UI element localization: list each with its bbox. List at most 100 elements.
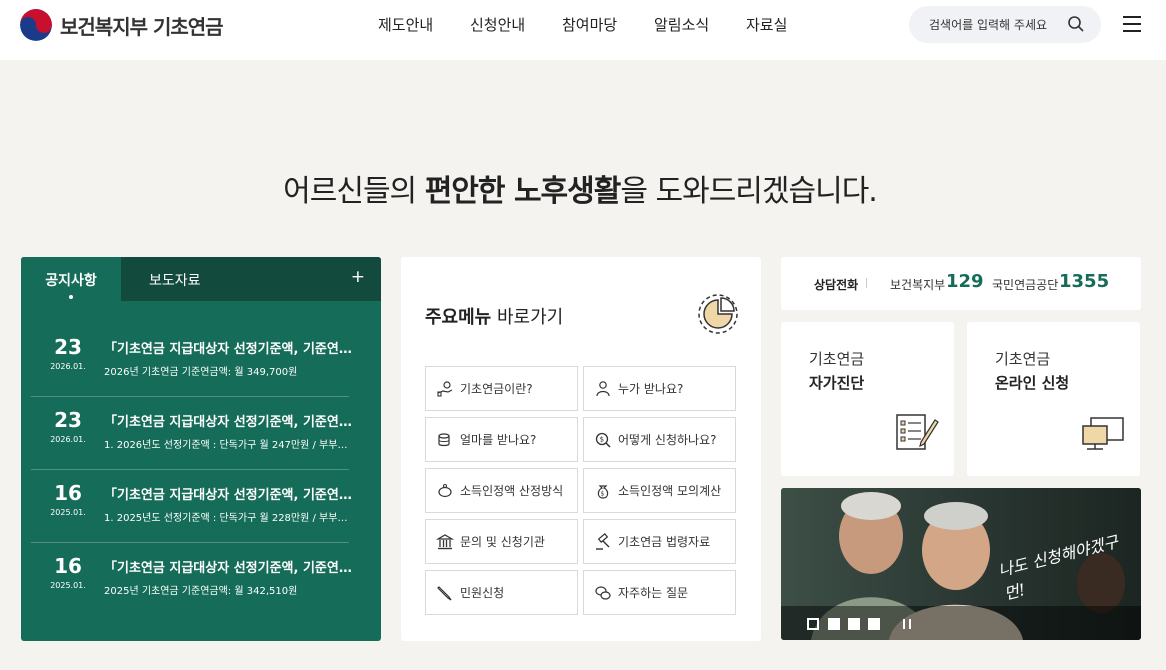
menu-button-how-to-apply[interactable]: $ 어떻게 신청하나요? bbox=[583, 417, 736, 462]
menu-button-label: 어떻게 신청하나요? bbox=[618, 433, 717, 447]
headline-post: 을 도와드리겠습니다. bbox=[620, 174, 877, 209]
notice-year-month: 2026.01. bbox=[50, 435, 86, 444]
menu-button-label: 문의 및 신청기관 bbox=[460, 535, 545, 549]
menu-button-income-simulation[interactable]: $ 소득인정액 모의계산 bbox=[583, 468, 736, 513]
notice-tabs: 공지사항 보도자료 + bbox=[21, 257, 381, 301]
site-header: 보건복지부 기초연금 제도안내 신청안내 참여마당 알림소식 자료실 검색어를 … bbox=[0, 0, 1166, 60]
divider bbox=[31, 396, 349, 397]
nav-item-system[interactable]: 제도안내 bbox=[378, 14, 470, 35]
menu-button-how-much[interactable]: 얼마를 받나요? bbox=[425, 417, 578, 462]
slide-indicator-1[interactable] bbox=[807, 618, 819, 630]
headline-bold: 편안한 노후생활 bbox=[424, 174, 622, 209]
more-plus-icon[interactable]: + bbox=[351, 267, 365, 287]
notice-title: 「기초연금 지급대상자 선정기준액, 기준연금액 고시」 안내 bbox=[104, 561, 354, 576]
main-menu-title-bold: 주요메뉴 bbox=[425, 307, 492, 328]
menu-button-faq[interactable]: 자주하는 질문 bbox=[583, 570, 736, 615]
main-menu-panel: 주요메뉴 바로가기 기초연금이란? 누가 받나요? 얼마를 받나요? $ 어떻게… bbox=[401, 257, 761, 641]
pause-icon[interactable] bbox=[903, 619, 911, 629]
card-line2: 자가진단 bbox=[809, 374, 865, 392]
monitor-icon bbox=[1082, 417, 1124, 450]
menu-button-income-calc-method[interactable]: 소득인정액 산정방식 bbox=[425, 468, 578, 513]
menu-button-who-receives[interactable]: 누가 받나요? bbox=[583, 366, 736, 411]
card-line1: 기초연금 bbox=[809, 350, 865, 368]
tab-press-releases[interactable]: 보도자료 bbox=[149, 270, 201, 290]
svg-text:$: $ bbox=[601, 490, 605, 497]
notice-year-month: 2026.01. bbox=[50, 362, 86, 371]
slider-controls bbox=[781, 606, 1141, 640]
site-logo[interactable]: 보건복지부 기초연금 bbox=[20, 9, 224, 41]
notice-summary: 2025년 기초연금 기준연금액: 월 342,510원 bbox=[104, 586, 298, 597]
nav-item-resources[interactable]: 자료실 bbox=[746, 14, 838, 35]
notice-title: 「기초연금 지급대상자 선정기준액, 기준연금액 고시」 안내 bbox=[104, 488, 354, 503]
gavel-icon bbox=[596, 532, 610, 550]
menu-button-label: 소득인정액 산정방식 bbox=[460, 484, 564, 498]
notice-summary: 2026년 기초연금 기준연금액: 월 349,700원 bbox=[104, 367, 298, 378]
main-menu-title: 주요메뉴 바로가기 bbox=[425, 303, 563, 329]
menu-button-label: 기초연금 법령자료 bbox=[618, 535, 711, 549]
menu-button-label: 누가 받나요? bbox=[618, 382, 684, 396]
taegeuk-logo-icon bbox=[20, 9, 52, 41]
notice-item[interactable]: 16 2025.01. 「기초연금 지급대상자 선정기준액, 기준연금액 고시」… bbox=[21, 544, 381, 616]
notice-summary: 1. 2025년도 선정기준액 : 단독가구 월 228만원 / 부부가구 월 … bbox=[104, 513, 354, 524]
slide-indicator-2[interactable] bbox=[828, 618, 840, 630]
chat-bubbles-icon bbox=[595, 585, 611, 600]
card-line2: 온라인 신청 bbox=[995, 374, 1070, 392]
search-placeholder: 검색어를 입력해 주세요 bbox=[929, 18, 1048, 32]
pen-icon bbox=[437, 585, 452, 600]
nav-item-news[interactable]: 알림소식 bbox=[654, 14, 746, 35]
notice-year-month: 2025.01. bbox=[50, 581, 86, 590]
slide-indicator-4[interactable] bbox=[868, 618, 880, 630]
menu-button-label: 얼마를 받나요? bbox=[460, 433, 537, 447]
self-diagnosis-card[interactable]: 기초연금 자가진단 bbox=[781, 322, 954, 476]
consult-org-ministry: 보건복지부 bbox=[890, 278, 946, 292]
notice-day: 16 bbox=[54, 554, 82, 578]
notice-title: 「기초연금 지급대상자 선정기준액, 기준연금액 고시」 안내 bbox=[104, 342, 354, 357]
money-bag-icon: $ bbox=[597, 484, 609, 499]
active-tab-dot bbox=[69, 295, 73, 299]
menu-button-label: 소득인정액 모의계산 bbox=[618, 484, 722, 498]
notice-panel: 공지사항 보도자료 + 23 2026.01. 「기초연금 지급대상자 선정기준… bbox=[21, 257, 381, 641]
card-line1: 기초연금 bbox=[995, 350, 1051, 368]
notice-day: 23 bbox=[54, 335, 82, 359]
notice-item[interactable]: 23 2026.01. 「기초연금 지급대상자 선정기준액, 기준연금액 고시」… bbox=[21, 325, 381, 397]
notice-item[interactable]: 16 2025.01. 「기초연금 지급대상자 선정기준액, 기준연금액 고시」… bbox=[21, 471, 381, 543]
menu-button-civil-petition[interactable]: 민원신청 bbox=[425, 570, 578, 615]
nav-item-participate[interactable]: 참여마당 bbox=[562, 14, 654, 35]
main-menu-title-rest: 바로가기 bbox=[491, 307, 564, 328]
notice-year-month: 2025.01. bbox=[50, 508, 86, 517]
bank-building-icon bbox=[436, 533, 454, 549]
menu-button-inquiry-office[interactable]: 문의 및 신청기관 bbox=[425, 519, 578, 564]
menu-button-legal-resources[interactable]: 기초연금 법령자료 bbox=[583, 519, 736, 564]
divider bbox=[31, 542, 349, 543]
consult-number-nps[interactable]: 1355 bbox=[1059, 271, 1109, 292]
divider bbox=[31, 469, 349, 470]
headline-pre: 어르신들의 bbox=[283, 174, 425, 209]
search-input[interactable]: 검색어를 입력해 주세요 bbox=[909, 6, 1101, 43]
search-icon[interactable] bbox=[1067, 15, 1085, 33]
menu-button-label: 기초연금이란? bbox=[460, 382, 533, 396]
menu-button-label: 민원신청 bbox=[460, 586, 505, 600]
menu-button-label: 자주하는 질문 bbox=[618, 586, 689, 600]
hamburger-menu-icon[interactable] bbox=[1123, 16, 1141, 32]
notice-day: 16 bbox=[54, 481, 82, 505]
online-application-card[interactable]: 기초연금 온라인 신청 bbox=[967, 322, 1140, 476]
nav-item-apply[interactable]: 신청안내 bbox=[470, 14, 562, 35]
consult-label: 상담전화 bbox=[814, 278, 859, 292]
menu-button-what-is-pension[interactable]: 기초연금이란? bbox=[425, 366, 578, 411]
consult-phone-bar: 상담전화 보건복지부 129 국민연금공단 1355 bbox=[781, 257, 1141, 310]
notice-item[interactable]: 23 2026.01. 「기초연금 지급대상자 선정기준액, 기준연금액 고시」… bbox=[21, 398, 381, 470]
consult-number-ministry[interactable]: 129 bbox=[946, 271, 984, 292]
svg-text:$: $ bbox=[600, 435, 604, 443]
magnifier-coin-icon: $ bbox=[595, 432, 611, 448]
slide-indicator-3[interactable] bbox=[848, 618, 860, 630]
logo-text: 보건복지부 기초연금 bbox=[60, 14, 224, 39]
person-icon bbox=[596, 380, 610, 396]
promo-banner[interactable]: 나도 신청해야겠구먼! bbox=[781, 488, 1141, 640]
hero-headline: 어르신들의 편안한 노후생활을 도와드리겠습니다. bbox=[0, 166, 1160, 210]
divider bbox=[866, 278, 867, 288]
main-nav: 제도안내 신청안내 참여마당 알림소식 자료실 bbox=[378, 14, 838, 35]
coins-hand-icon bbox=[437, 380, 453, 397]
consult-org-nps: 국민연금공단 bbox=[992, 278, 1059, 292]
piggy-bank-icon bbox=[438, 483, 452, 497]
notice-summary: 1. 2026년도 선정기준액 : 단독가구 월 247만원 / 부부가구 월 … bbox=[104, 440, 354, 451]
